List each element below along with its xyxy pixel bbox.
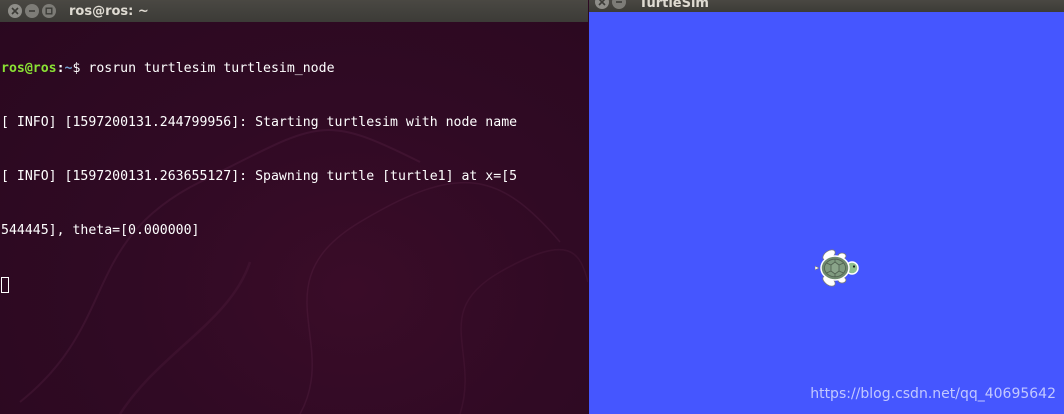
close-button[interactable] [8, 4, 22, 18]
minimize-button[interactable] [612, 0, 626, 9]
turtlesim-canvas[interactable]: https://blog.csdn.net/qq_40695642 [589, 12, 1064, 414]
turtlesim-titlebar[interactable]: TurtleSim [589, 0, 1064, 12]
watermark-text: https://blog.csdn.net/qq_40695642 [810, 386, 1056, 402]
close-button[interactable] [595, 0, 609, 9]
turtlesim-title: TurtleSim [639, 0, 709, 11]
close-icon [598, 0, 606, 6]
close-icon [11, 7, 19, 15]
terminal-content[interactable]: ros@ros:~$ rosrun turtlesim turtlesim_no… [0, 24, 588, 414]
terminal-title: ros@ros: ~ [69, 3, 149, 19]
cursor-line [1, 276, 588, 294]
minimize-icon [29, 10, 35, 12]
minimize-icon [616, 1, 622, 3]
output-line: 544445], theta=[0.000000] [1, 223, 200, 238]
prompt-user-host: ros@ros [1, 61, 57, 76]
turtle-icon [815, 249, 859, 287]
maximize-button[interactable] [42, 4, 56, 18]
prompt-separator: : [56, 61, 65, 76]
turtlesim-window[interactable]: TurtleSim https://blog.csdn.net/qq_40695… [588, 0, 1064, 414]
minimize-button[interactable] [25, 4, 39, 18]
terminal-window[interactable]: ros@ros: ~ ros@ros:~$ rosrun turtlesim t… [0, 0, 588, 414]
output-line: [ INFO] [1597200131.263655127]: Spawning… [1, 169, 518, 184]
command-text: rosrun turtlesim turtlesim_node [80, 61, 335, 76]
maximize-icon [45, 7, 53, 15]
command-line: ros@ros:~$ rosrun turtlesim turtlesim_no… [1, 60, 588, 78]
terminal-titlebar[interactable]: ros@ros: ~ [0, 0, 588, 22]
window-controls [589, 0, 629, 9]
window-controls [0, 4, 59, 18]
output-line: [ INFO] [1597200131.244799956]: Starting… [1, 115, 518, 130]
desktop: ros@ros: ~ ros@ros:~$ rosrun turtlesim t… [0, 0, 1064, 414]
text-cursor [1, 277, 9, 293]
